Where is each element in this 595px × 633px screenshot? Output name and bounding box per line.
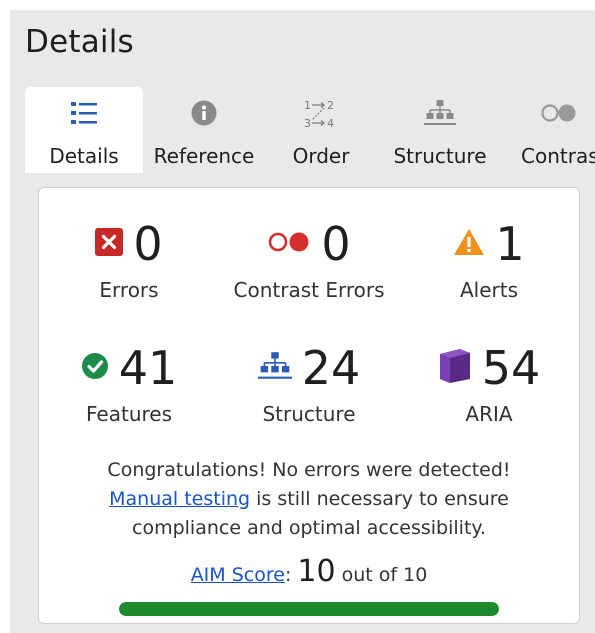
aim-score-progress — [119, 602, 499, 616]
aim-score-line: AIM Score: 10 out of 10 — [39, 554, 579, 589]
error-x-icon — [95, 228, 124, 260]
structure-stat[interactable]: 24 Structure — [219, 340, 399, 426]
features-label: Features — [86, 402, 172, 426]
aria-label: ARIA — [465, 402, 513, 426]
svg-text:3: 3 — [304, 117, 311, 130]
alerts-stat[interactable]: 1 Alerts — [399, 216, 579, 302]
message-line-1: Congratulations! No errors were detected… — [107, 459, 511, 481]
svg-text:2: 2 — [327, 99, 334, 112]
order-arrows-icon: 1 2 3 4 — [265, 97, 377, 130]
congrats-message: Congratulations! No errors were detected… — [39, 456, 579, 543]
features-stat[interactable]: 41 Features — [39, 340, 219, 426]
warning-triangle-icon — [453, 228, 485, 260]
errors-label: Errors — [99, 278, 159, 302]
tab-order-label: Order — [292, 144, 350, 168]
contrast-circles-icon — [267, 231, 311, 257]
contrast-circles-icon — [503, 97, 595, 129]
list-icon — [25, 97, 143, 129]
tab-reference-label: Reference — [153, 144, 255, 168]
aim-score-value: 10 — [297, 554, 336, 589]
aim-score-progress-fill — [119, 602, 499, 616]
structure-count: 24 — [301, 341, 361, 395]
contrast-errors-stat[interactable]: 0 Contrast Errors — [219, 216, 399, 302]
info-icon — [143, 97, 265, 129]
svg-text:4: 4 — [327, 117, 334, 130]
message-line-2-rest: is still necessary to ensure — [250, 488, 509, 510]
hierarchy-icon — [257, 351, 292, 385]
tab-contrast-label: Contrast — [521, 144, 595, 168]
hierarchy-icon — [377, 97, 503, 129]
aria-stat[interactable]: 54 ARIA — [399, 340, 579, 426]
tab-details-label: Details — [49, 144, 119, 168]
manual-testing-link[interactable]: Manual testing — [109, 488, 250, 510]
structure-label: Structure — [262, 402, 356, 426]
aim-score-colon: : — [284, 564, 292, 586]
errors-stat[interactable]: 0 Errors — [39, 216, 219, 302]
aim-score-suffix: out of 10 — [341, 564, 428, 586]
panel-title: Details — [25, 24, 134, 60]
tab-structure-label: Structure — [393, 144, 487, 168]
tab-details[interactable]: Details — [25, 87, 143, 173]
contrast-errors-label: Contrast Errors — [233, 278, 385, 302]
contrast-errors-count: 0 — [321, 217, 351, 271]
aria-cube-icon — [438, 348, 472, 388]
check-circle-icon — [81, 352, 109, 384]
svg-text:1: 1 — [304, 99, 311, 112]
tab-reference[interactable]: Reference — [143, 87, 265, 173]
message-line-2: Manual testing is still necessary to ens… — [39, 485, 579, 514]
summary-card: 0 Errors 0 Contrast Errors 1 Alerts 41 F… — [38, 187, 580, 624]
tab-structure[interactable]: Structure — [377, 87, 503, 173]
tab-contrast[interactable]: Contrast — [503, 87, 595, 173]
tab-order[interactable]: 1 2 3 4 Order — [265, 87, 377, 173]
alerts-label: Alerts — [459, 278, 519, 302]
message-line-3: compliance and optimal accessibility. — [132, 517, 486, 539]
aim-score-link[interactable]: AIM Score — [191, 564, 285, 586]
features-count: 41 — [118, 341, 178, 395]
tab-bar: Details Reference 1 2 3 4 Order Structur… — [10, 87, 595, 173]
aria-count: 54 — [481, 341, 541, 395]
errors-count: 0 — [133, 217, 163, 271]
alerts-count: 1 — [495, 217, 525, 271]
details-panel: Details Details Reference 1 2 3 4 Order … — [10, 10, 595, 633]
